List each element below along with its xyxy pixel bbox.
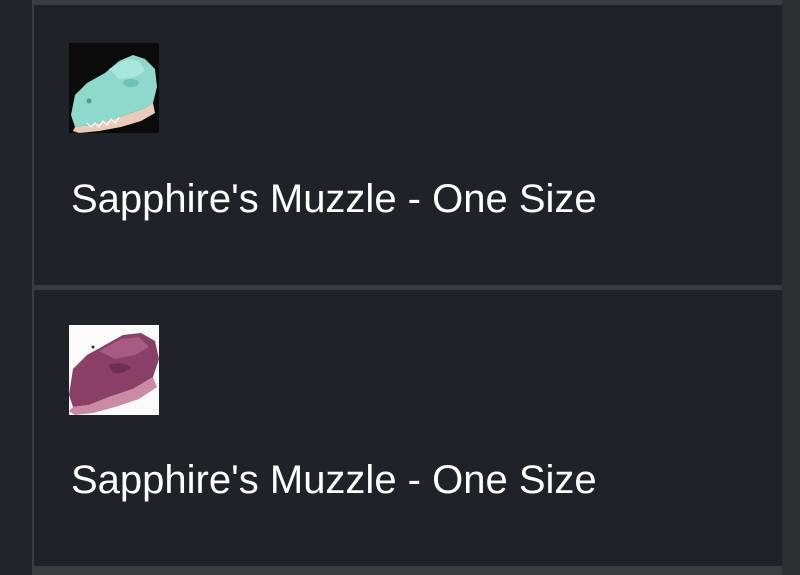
left-gutter xyxy=(0,0,32,575)
product-item[interactable]: Sapphire's Muzzle - One Size xyxy=(34,5,782,285)
bottom-divider xyxy=(32,566,782,575)
product-title[interactable]: Sapphire's Muzzle - One Size xyxy=(71,456,597,504)
product-thumbnail[interactable] xyxy=(69,43,159,133)
product-thumbnail[interactable] xyxy=(69,325,159,415)
product-title[interactable]: Sapphire's Muzzle - One Size xyxy=(71,175,597,223)
product-list: Sapphire's Muzzle - One Size Sapphire's … xyxy=(32,0,782,575)
cart-screen: Sapphire's Muzzle - One Size Sapphire's … xyxy=(0,0,800,575)
teal-muzzle-image xyxy=(69,43,159,133)
purple-muzzle-image xyxy=(69,325,159,415)
product-item[interactable]: Sapphire's Muzzle - One Size xyxy=(34,290,782,566)
